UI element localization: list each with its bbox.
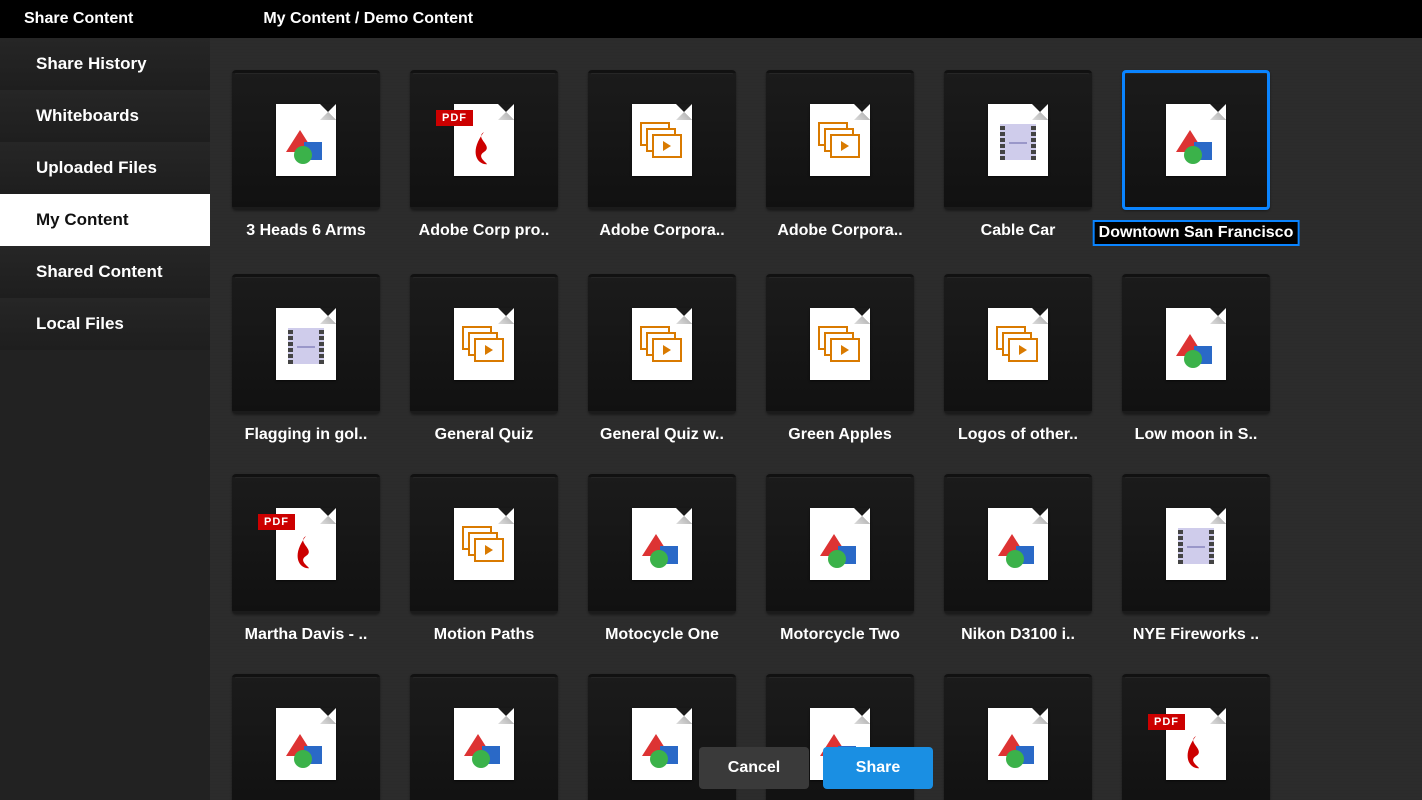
file-thumbnail[interactable] [588,70,736,210]
file-item[interactable]: Green Apples [766,274,914,446]
file-thumbnail[interactable] [944,70,1092,210]
file-thumbnail[interactable] [1122,474,1270,614]
file-label: Motion Paths [410,624,558,646]
file-item[interactable]: Flagging in gol.. [232,274,380,446]
file-item[interactable]: 3 Heads 6 Arms [232,70,380,246]
footer-bar: Cancel Share [210,736,1422,800]
share-button[interactable]: Share [823,747,933,789]
file-label: Low moon in S.. [1122,424,1270,446]
file-item[interactable]: PDF Martha Davis - .. [232,474,380,646]
file-thumbnail[interactable] [232,274,380,414]
panel-title: Share Content [24,10,133,28]
file-item[interactable]: Downtown San Francisco [1122,70,1270,246]
file-thumbnail[interactable]: PDF [232,474,380,614]
presentation-file-icon [810,104,870,176]
file-thumbnail[interactable] [766,474,914,614]
presentation-file-icon [988,308,1048,380]
sidebar-item-local-files[interactable]: Local Files [0,298,210,350]
file-thumbnail[interactable] [588,274,736,414]
image-file-icon [988,508,1048,580]
sidebar-item-shared-content[interactable]: Shared Content [0,246,210,298]
sidebar-item-share-history[interactable]: Share History [0,38,210,90]
file-item[interactable]: NYE Fireworks .. [1122,474,1270,646]
file-item[interactable]: Motion Paths [410,474,558,646]
file-thumbnail[interactable] [410,474,558,614]
image-file-icon [810,508,870,580]
file-item[interactable]: Low moon in S.. [1122,274,1270,446]
file-item[interactable]: General Quiz [410,274,558,446]
image-file-icon [632,508,692,580]
presentation-file-icon [632,104,692,176]
video-file-icon [988,104,1048,176]
file-label: General Quiz w.. [588,424,736,446]
file-item[interactable]: Nikon D3100 i.. [944,474,1092,646]
file-item[interactable]: Adobe Corpora.. [766,70,914,246]
file-thumbnail[interactable] [766,70,914,210]
presentation-file-icon [454,508,514,580]
file-thumbnail[interactable] [766,274,914,414]
file-label: Flagging in gol.. [232,424,380,446]
file-item[interactable]: PDF Adobe Corp pro.. [410,70,558,246]
file-label: Martha Davis - .. [232,624,380,646]
file-label: Adobe Corpora.. [588,220,736,242]
file-label: Green Apples [766,424,914,446]
image-file-icon [1166,308,1226,380]
file-thumbnail[interactable]: PDF [410,70,558,210]
breadcrumb: My Content / Demo Content [263,10,473,28]
cancel-button[interactable]: Cancel [699,747,809,789]
presentation-file-icon [632,308,692,380]
file-label: Adobe Corp pro.. [410,220,558,242]
sidebar-item-my-content[interactable]: My Content [0,194,210,246]
content-area: 3 Heads 6 Arms PDF Adobe Corp pro.. Adobe C… [210,38,1422,800]
video-file-icon [1166,508,1226,580]
file-item[interactable]: Adobe Corpora.. [588,70,736,246]
file-item[interactable]: General Quiz w.. [588,274,736,446]
file-thumbnail[interactable] [1122,70,1270,210]
file-thumbnail[interactable] [944,474,1092,614]
file-item[interactable]: Motorcycle Two [766,474,914,646]
file-thumbnail[interactable] [1122,274,1270,414]
file-item[interactable]: Motocycle One [588,474,736,646]
file-label: Motorcycle Two [766,624,914,646]
file-label: NYE Fireworks .. [1122,624,1270,646]
file-label: Downtown San Francisco [1093,220,1300,246]
file-thumbnail[interactable] [410,274,558,414]
file-label: Adobe Corpora.. [766,220,914,242]
file-label: 3 Heads 6 Arms [232,220,380,242]
file-label: Cable Car [944,220,1092,242]
image-file-icon [1166,104,1226,176]
file-thumbnail[interactable] [232,70,380,210]
sidebar-item-whiteboards[interactable]: Whiteboards [0,90,210,142]
video-file-icon [276,308,336,380]
file-label: Motocycle One [588,624,736,646]
file-label: Logos of other.. [944,424,1092,446]
presentation-file-icon [454,308,514,380]
sidebar: Share HistoryWhiteboardsUploaded FilesMy… [0,38,210,800]
file-thumbnail[interactable] [588,474,736,614]
file-item[interactable]: Logos of other.. [944,274,1092,446]
file-label: General Quiz [410,424,558,446]
file-label: Nikon D3100 i.. [944,624,1092,646]
pdf-file-icon: PDF [454,104,514,176]
header-bar: Share Content My Content / Demo Content [0,0,1422,38]
file-thumbnail[interactable] [944,274,1092,414]
sidebar-item-uploaded-files[interactable]: Uploaded Files [0,142,210,194]
file-grid: 3 Heads 6 Arms PDF Adobe Corp pro.. Adobe C… [232,70,1400,800]
pdf-file-icon: PDF [276,508,336,580]
image-file-icon [276,104,336,176]
presentation-file-icon [810,308,870,380]
file-item[interactable]: Cable Car [944,70,1092,246]
